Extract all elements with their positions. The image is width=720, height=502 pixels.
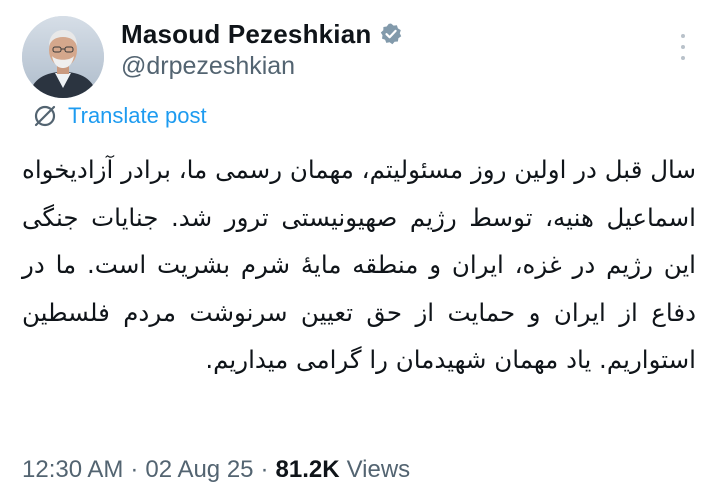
- more-options-icon[interactable]: [672, 30, 694, 64]
- post-text: سال قبل در اولین روز مسئولیتم، مهمان رسم…: [22, 155, 696, 374]
- globe-slash-icon: [32, 103, 58, 129]
- avatar-image: [22, 16, 104, 98]
- post-date[interactable]: 02 Aug 25: [145, 456, 253, 484]
- post-metadata: 12:30 AM · 02 Aug 25 · 81.2K Views: [22, 452, 410, 488]
- post-time[interactable]: 12:30 AM: [22, 456, 123, 484]
- translate-post-label: Translate post: [68, 103, 207, 128]
- meta-separator: ·: [260, 456, 269, 483]
- views-label: Views: [346, 456, 411, 483]
- post-card: Masoud Pezeshkian @drpezeshkian Translat…: [0, 0, 720, 502]
- verified-badge-icon[interactable]: [379, 22, 403, 46]
- author-name-row: Masoud Pezeshkian: [121, 16, 403, 52]
- author-handle[interactable]: @drpezeshkian: [121, 52, 295, 81]
- translate-post-button[interactable]: Translate post: [32, 100, 207, 132]
- views-count[interactable]: 81.2K: [276, 456, 340, 484]
- avatar[interactable]: [22, 16, 104, 98]
- author-display-name[interactable]: Masoud Pezeshkian: [121, 19, 371, 50]
- meta-separator: ·: [130, 456, 139, 483]
